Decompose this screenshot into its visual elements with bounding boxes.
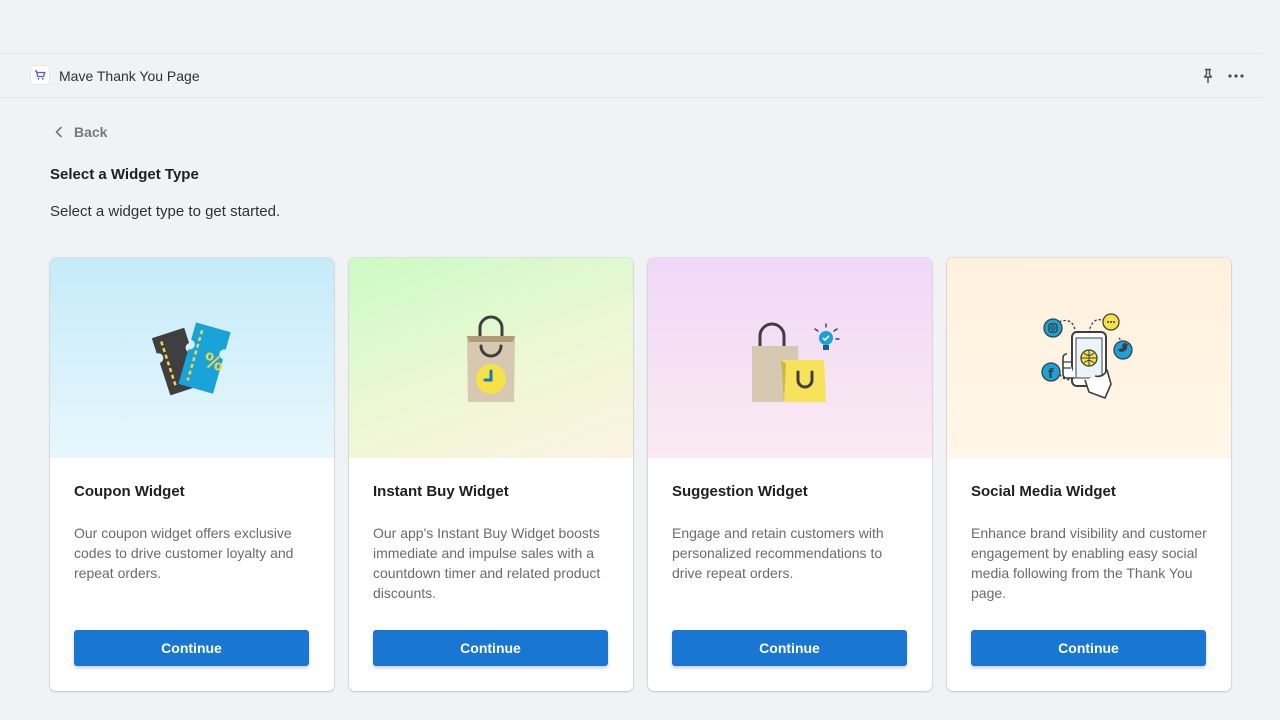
card-title: Suggestion Widget <box>672 483 808 500</box>
app-logo-icon <box>30 65 50 85</box>
coupon-tickets-icon: % <box>151 322 231 396</box>
pin-icon[interactable] <box>1199 66 1217 86</box>
shopping-bags-lightbulb-icon <box>752 322 840 402</box>
page-title: Select a Widget Type <box>50 166 199 183</box>
top-spacer <box>0 0 1262 54</box>
continue-button[interactable]: Continue <box>74 630 309 666</box>
continue-button[interactable]: Continue <box>971 630 1206 666</box>
card-hero: % <box>50 258 334 458</box>
card-description: Engage and retain customers with persona… <box>672 525 884 581</box>
widget-card-suggestion: Suggestion Widget Engage and retain cust… <box>648 258 932 691</box>
app-title: Mave Thank You Page <box>59 68 200 84</box>
card-title: Coupon Widget <box>74 483 185 500</box>
more-options-icon[interactable] <box>1225 66 1247 86</box>
svg-text:f: f <box>1048 367 1054 382</box>
card-title: Social Media Widget <box>971 483 1116 500</box>
card-description: Enhance brand visibility and customer en… <box>971 525 1207 601</box>
back-link[interactable]: Back <box>52 121 107 143</box>
card-hero: f <box>947 258 1231 458</box>
phone-social-icon: f <box>1041 313 1133 399</box>
widget-card-instant-buy: Instant Buy Widget Our app's Instant Buy… <box>349 258 633 691</box>
card-title: Instant Buy Widget <box>373 483 509 500</box>
shopping-bag-clock-icon <box>467 315 515 402</box>
chevron-left-icon <box>55 126 62 138</box>
app-title-bar: Mave Thank You Page <box>0 54 1262 98</box>
continue-button[interactable]: Continue <box>672 630 907 666</box>
page-subtitle: Select a widget type to get started. <box>50 203 281 220</box>
continue-button[interactable]: Continue <box>373 630 608 666</box>
widget-card-social-media: f Social Media Widget Enhance brand visi… <box>947 258 1231 691</box>
card-hero <box>648 258 932 458</box>
card-description: Our coupon widget offers exclusive codes… <box>74 525 294 581</box>
back-label: Back <box>74 124 108 140</box>
card-description: Our app's Instant Buy Widget boosts imme… <box>373 525 601 601</box>
widget-card-coupon: % Coupon Widget Our coupon widget offers… <box>50 258 334 691</box>
card-hero <box>349 258 633 458</box>
